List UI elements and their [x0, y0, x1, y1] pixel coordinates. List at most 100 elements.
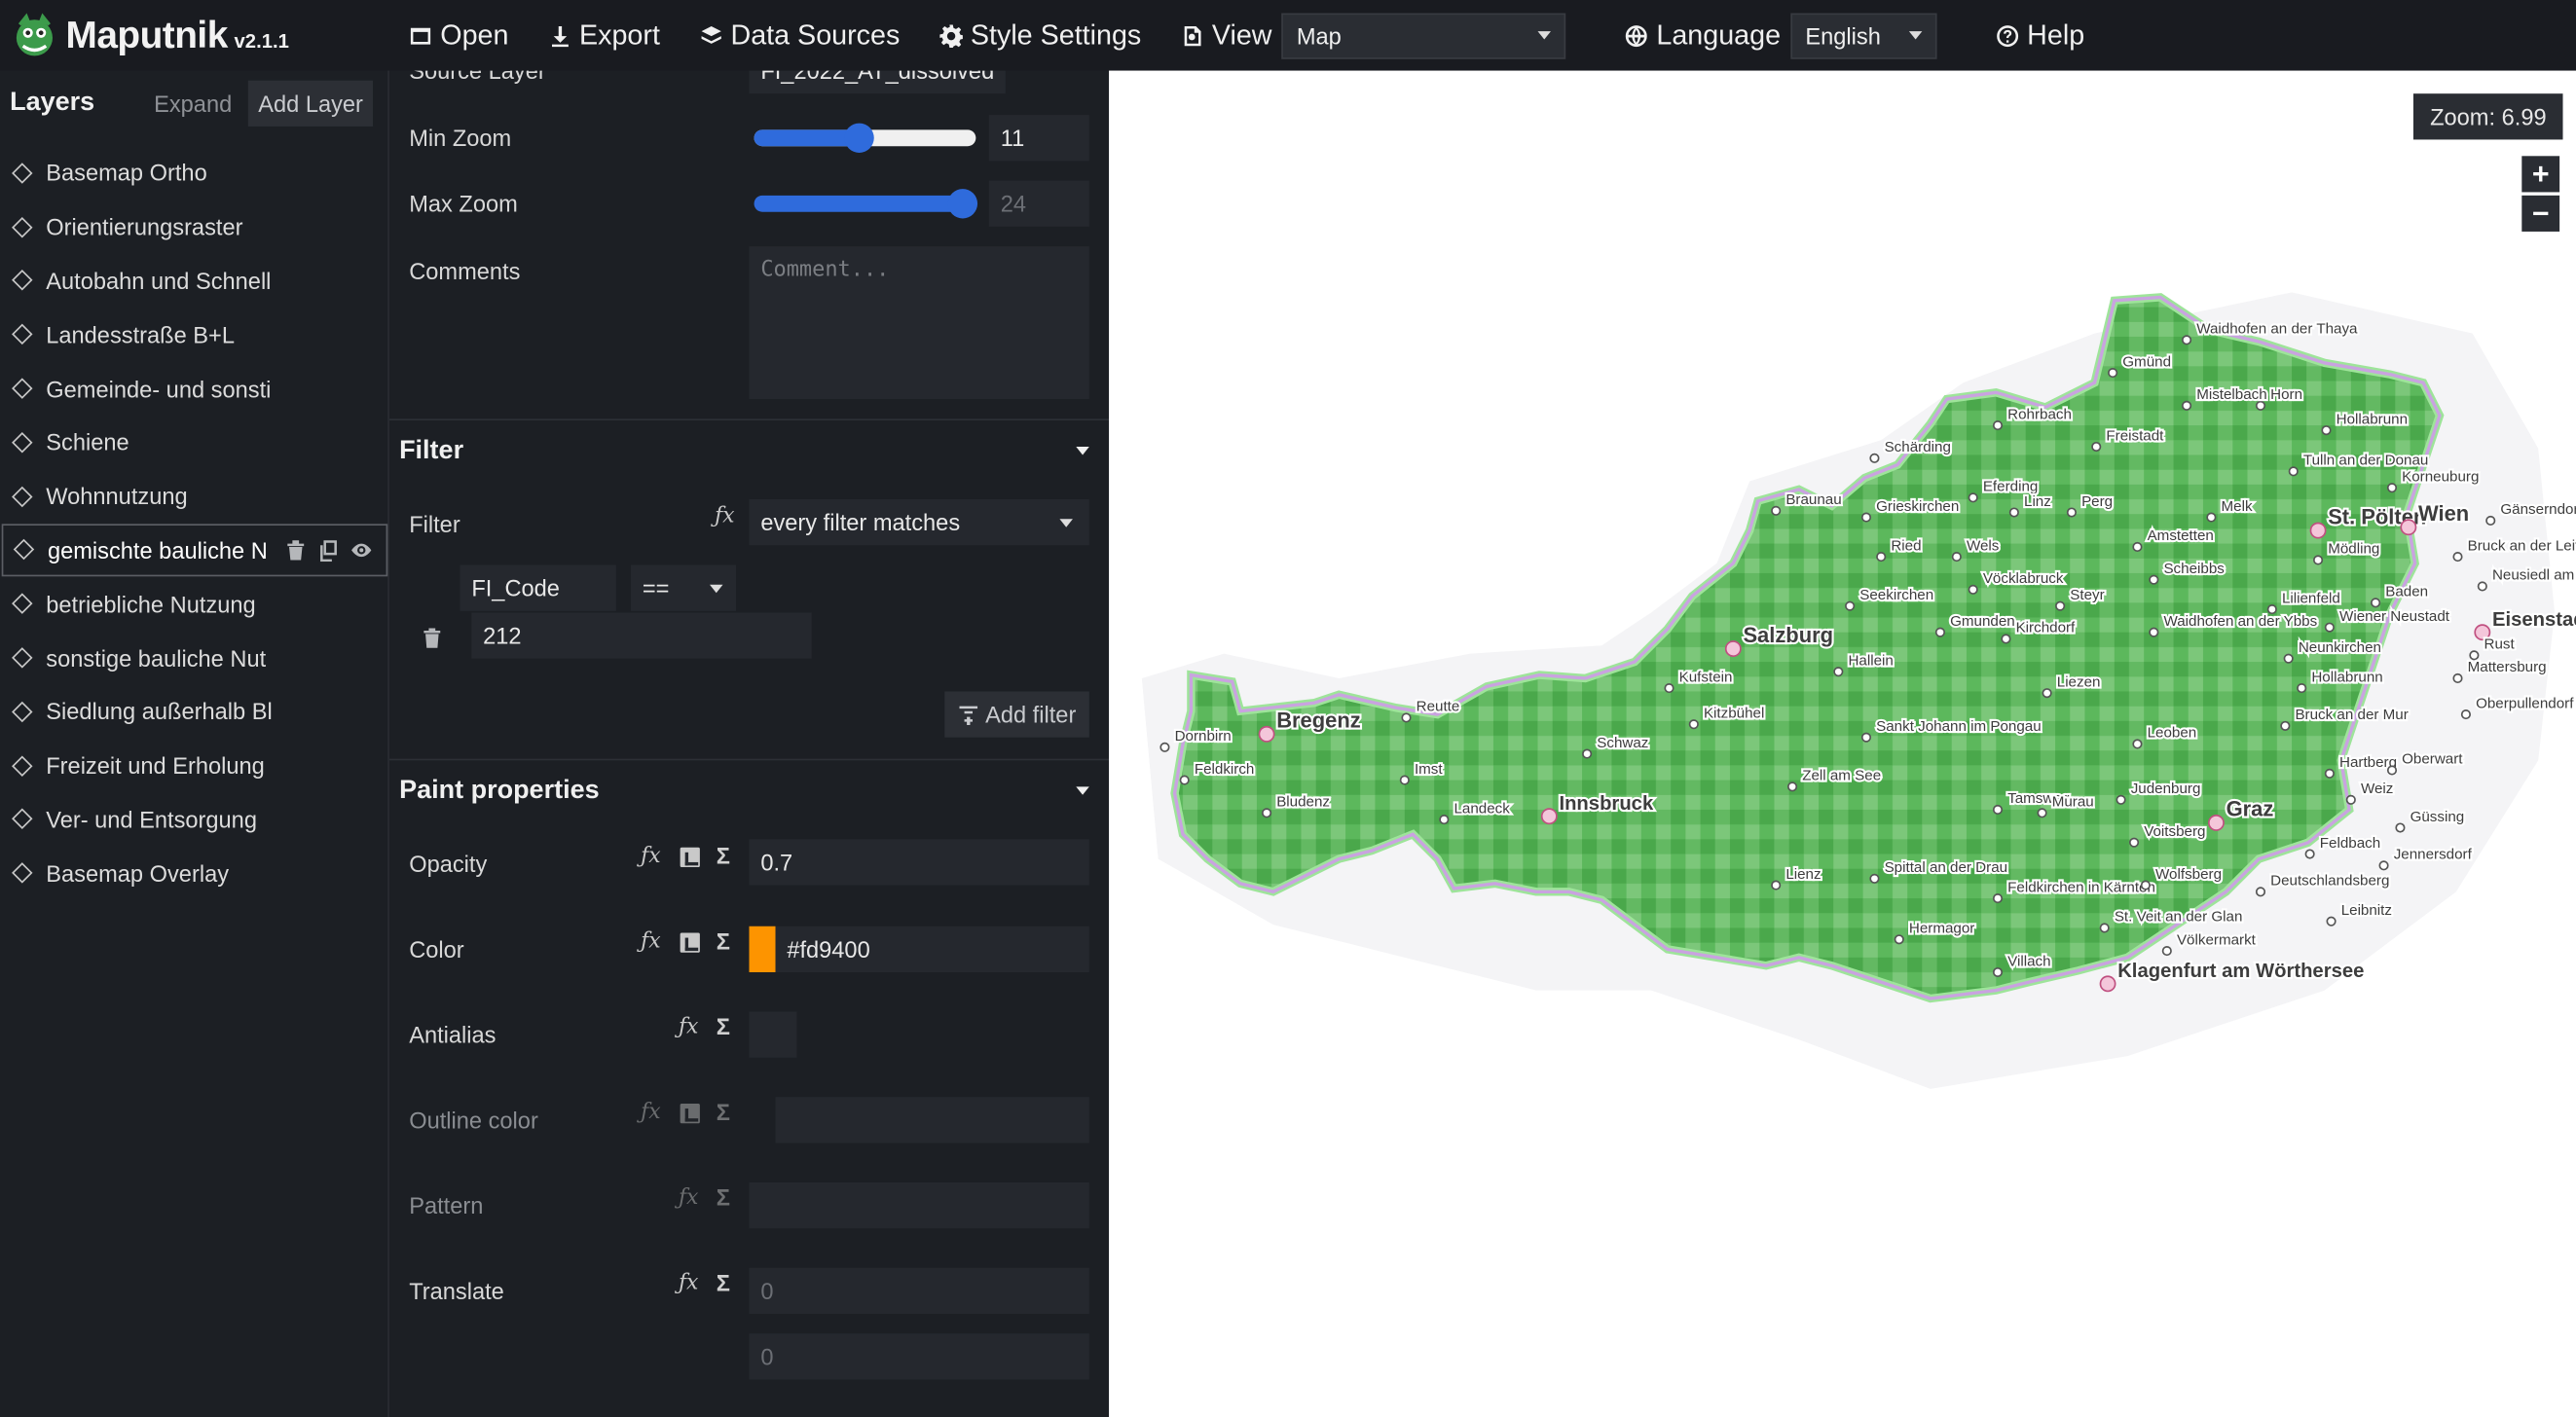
data-driven-icon[interactable] — [680, 932, 700, 953]
zoom-in-button[interactable]: + — [2521, 156, 2560, 193]
layer-item[interactable]: betriebliche Nutzung — [0, 577, 387, 631]
paint-section-header[interactable]: Paint properties — [388, 758, 1110, 821]
add-layer-button[interactable]: Add Layer — [248, 80, 374, 127]
data-sources-button[interactable]: Data Sources — [680, 0, 919, 71]
min-zoom-field[interactable]: 11 — [988, 115, 1089, 162]
layer-item[interactable]: Freizeit und Erholung — [0, 739, 387, 792]
view-button[interactable]: View — [1161, 0, 1282, 71]
expression-icon[interactable]: Σ — [717, 1269, 730, 1295]
expression-icon[interactable]: Σ — [717, 843, 730, 869]
layer-item[interactable]: Orientierungsraster — [0, 200, 387, 254]
city-label: Dornbirn — [1175, 728, 1232, 745]
visibility-eye-icon[interactable] — [350, 538, 373, 562]
city-label: Schwaz — [1597, 735, 1648, 751]
city-label: Kirchdorf — [2016, 620, 2076, 636]
duplicate-icon[interactable] — [317, 538, 341, 563]
city-marker — [1664, 683, 1674, 694]
translate-x-field[interactable]: 0 — [749, 1267, 1089, 1314]
city-label: Ried — [1891, 537, 1921, 554]
city-label: Vöcklabruck — [1983, 570, 2064, 587]
city-label: Amstetten — [2148, 527, 2214, 544]
layer-item[interactable]: Autobahn und Schnell — [0, 254, 387, 308]
language-button[interactable]: Language — [1605, 0, 1790, 71]
filter-operator-select[interactable]: == — [631, 564, 736, 611]
city-label: Weiz — [2361, 781, 2393, 797]
function-icon[interactable]: ƒx — [679, 1015, 699, 1039]
filter-value-field[interactable]: 212 — [471, 612, 812, 659]
layer-item[interactable]: Siedlung außerhalb Bl — [0, 685, 387, 739]
open-label: Open — [440, 18, 509, 51]
translate-y-field[interactable]: 0 — [749, 1333, 1089, 1380]
min-zoom-slider[interactable] — [754, 123, 976, 153]
expression-icon[interactable]: Σ — [717, 1013, 730, 1039]
city-label: Spittal an der Drau — [1885, 859, 2008, 876]
layer-type-icon — [12, 324, 33, 345]
zoom-out-button[interactable]: − — [2521, 195, 2560, 232]
city-label: Feldkirch — [1195, 761, 1255, 778]
filter-key-field[interactable]: FI_Code — [460, 564, 616, 611]
expression-icon[interactable]: Σ — [717, 1184, 730, 1211]
color-field[interactable]: #fd9400 — [775, 926, 1089, 972]
export-button[interactable]: Export — [529, 0, 680, 71]
data-driven-icon[interactable] — [680, 1104, 700, 1124]
layer-item[interactable]: gemischte bauliche N — [1, 523, 388, 577]
city-marker — [1968, 584, 1978, 595]
delete-filter-icon[interactable] — [423, 628, 442, 649]
function-icon[interactable]: ƒx — [679, 1271, 699, 1295]
city-label: Imst — [1415, 761, 1443, 778]
city-label: Gänserndorf — [2500, 501, 2576, 518]
layer-item-label: Gemeinde- und sonsti — [46, 375, 272, 402]
language-select[interactable]: English — [1790, 12, 1937, 58]
data-sources-label: Data Sources — [730, 18, 901, 51]
layer-item[interactable]: Gemeinde- und sonsti — [0, 362, 387, 416]
city-marker — [2395, 822, 2406, 833]
antialias-checkbox[interactable] — [749, 1011, 797, 1058]
city-marker — [1787, 781, 1798, 792]
view-select[interactable]: Map — [1281, 12, 1566, 58]
open-button[interactable]: Open — [389, 0, 529, 71]
data-driven-icon[interactable] — [680, 847, 700, 867]
min-zoom-slider-thumb[interactable] — [844, 123, 874, 153]
city-marker — [1992, 804, 2004, 815]
layer-item[interactable]: Basemap Overlay — [0, 847, 387, 900]
function-icon[interactable]: ƒx — [679, 1185, 699, 1210]
layer-item[interactable]: Wohnnutzung — [0, 469, 387, 523]
add-filter-button[interactable]: Add filter — [943, 691, 1089, 738]
layer-item[interactable]: Basemap Ortho — [0, 146, 387, 200]
function-icon[interactable]: ƒx — [641, 1101, 661, 1125]
city-marker — [1992, 893, 2004, 904]
color-label: Color — [409, 935, 464, 963]
function-icon[interactable]: ƒx — [641, 929, 661, 954]
pattern-field[interactable] — [749, 1182, 1089, 1229]
delete-icon[interactable] — [284, 538, 308, 562]
max-zoom-field[interactable]: 24 — [988, 180, 1089, 227]
layer-item[interactable]: Ver- und Entsorgung — [0, 792, 387, 846]
expand-button[interactable]: Expand — [144, 81, 241, 127]
function-icon[interactable]: ƒx — [715, 504, 735, 528]
color-swatch[interactable] — [749, 926, 776, 972]
layer-item[interactable]: Landesstraße B+L — [0, 308, 387, 361]
source-layer-field[interactable]: FI_2022_AT_dissolved — [749, 70, 1006, 94]
city-marker — [1860, 732, 1872, 743]
city-label: Schärding — [1885, 439, 1951, 455]
help-button[interactable]: Help — [1976, 0, 2105, 71]
layer-item[interactable]: sonstige bauliche Nut — [0, 631, 387, 684]
style-settings-button[interactable]: Style Settings — [920, 0, 1161, 71]
city-label: Jennersdorf — [2394, 847, 2473, 863]
map-view[interactable]: Waidhofen an der Thaya Gmünd Horn Mistelbac… — [1109, 70, 2576, 1417]
app-logo[interactable]: Maputnik v2.1.1 — [0, 0, 389, 71]
filter-mode-select[interactable]: every filter matches — [749, 499, 1089, 546]
comments-textarea[interactable]: Comment... — [749, 246, 1089, 400]
opacity-field[interactable]: 0.7 — [749, 839, 1089, 886]
map-canvas[interactable]: Waidhofen an der Thaya Gmünd HornMistelbac… — [1109, 71, 2576, 1417]
max-zoom-slider[interactable] — [754, 189, 978, 219]
outline-color-field[interactable] — [775, 1097, 1089, 1144]
city-marker — [2297, 683, 2307, 694]
filter-section-header[interactable]: Filter — [388, 418, 1110, 481]
layer-item[interactable]: Schiene — [0, 416, 387, 469]
expression-icon[interactable]: Σ — [717, 1099, 730, 1125]
city-marker — [1860, 512, 1872, 523]
expression-icon[interactable]: Σ — [717, 927, 730, 954]
function-icon[interactable]: ƒx — [641, 844, 661, 868]
max-zoom-slider-thumb[interactable] — [947, 189, 978, 219]
